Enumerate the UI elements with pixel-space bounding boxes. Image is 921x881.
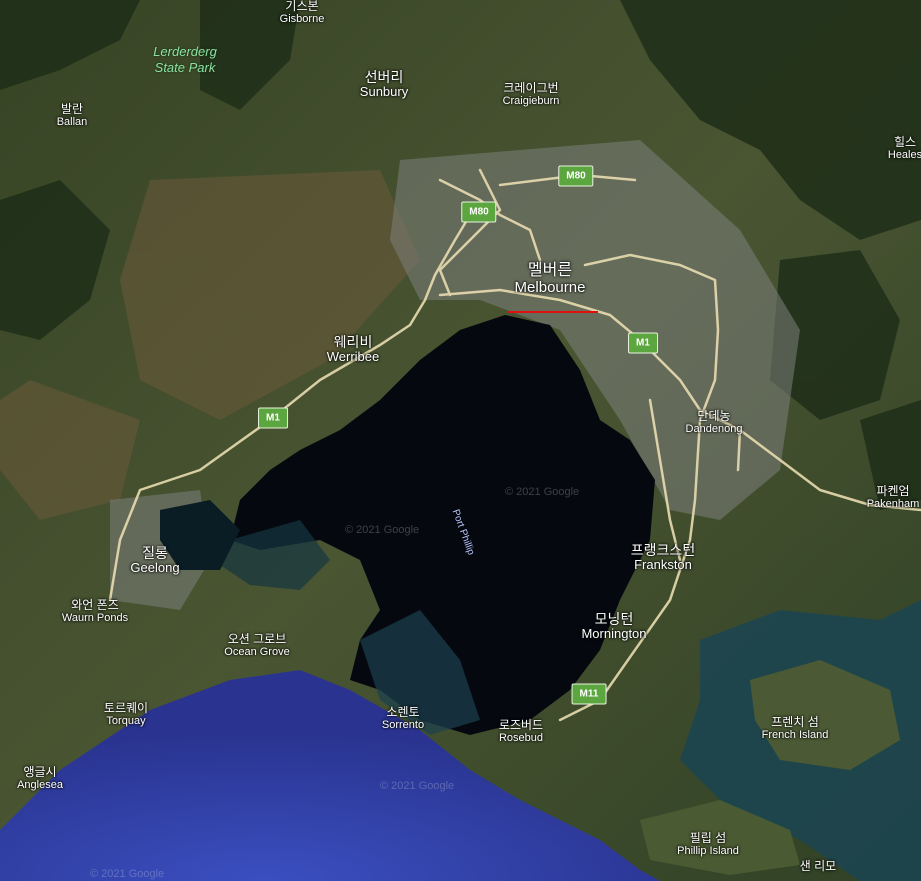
copyright-watermark: © 2021 Google	[505, 486, 580, 498]
park-name-line2: State Park	[154, 59, 216, 75]
place-frankston[interactable]: 프랭크스턴 Frankston	[631, 542, 695, 573]
place-anglesea[interactable]: 앵글시 Anglesea	[17, 765, 63, 792]
place-san-remo[interactable]: 샌 리모	[799, 859, 837, 873]
place-sunbury[interactable]: 선버리 Sunbury	[359, 69, 409, 100]
place-name-english: Craigieburn	[502, 95, 560, 108]
copyright-watermark: © 2021 Google	[380, 780, 455, 792]
place-name-english: Geelong	[130, 560, 180, 576]
highway-shield-m11[interactable]: M11	[571, 683, 607, 705]
place-dandenong[interactable]: 단데농 Dandenong	[685, 409, 743, 436]
place-craigieburn[interactable]: 크레이그번 Craigieburn	[502, 81, 560, 108]
place-name-english: Frankston	[634, 557, 692, 573]
place-name-korean: 단데농	[697, 409, 731, 423]
place-name-korean: 토르퀘이	[103, 701, 149, 715]
place-name-english: Phillip Island	[677, 845, 739, 858]
highway-shield-m1[interactable]: M1	[258, 407, 288, 429]
place-name-english: Torquay	[106, 715, 146, 728]
place-name-korean: 소렌토	[386, 705, 420, 719]
place-name-english: Heales	[887, 149, 921, 162]
place-name-english: Dandenong	[685, 423, 743, 436]
place-name-english: Gisborne	[279, 13, 325, 26]
place-name-english: Sunbury	[359, 84, 409, 100]
place-sorrento[interactable]: 소렌토 Sorrento	[381, 705, 425, 732]
place-name-korean: 힐스	[893, 135, 917, 149]
place-name-english: Waurn Ponds	[61, 612, 129, 625]
copyright-watermark: © 2021 Google	[345, 524, 420, 536]
place-name-korean: 로즈버드	[498, 718, 544, 732]
highway-shield-m80[interactable]: M80	[558, 165, 594, 187]
place-name-korean: 와언 폰즈	[71, 598, 119, 612]
place-name-korean: 샌 리모	[799, 859, 837, 873]
place-torquay[interactable]: 토르퀘이 Torquay	[103, 701, 149, 728]
place-mornington[interactable]: 모닝턴 Mornington	[581, 611, 647, 642]
park-name-line1: Lerderderg	[153, 44, 217, 59]
place-waurn-ponds[interactable]: 와언 폰즈 Waurn Ponds	[61, 598, 129, 625]
highway-shield-m80[interactable]: M80	[461, 201, 497, 223]
place-name-korean: 파켄엄	[876, 484, 910, 498]
place-ocean-grove[interactable]: 오션 그로브 Ocean Grove	[224, 632, 290, 659]
copyright-watermark: © 2021 Google	[90, 868, 165, 880]
place-name-english: Mornington	[581, 626, 647, 642]
place-french-island[interactable]: 프렌치 섬 French Island	[761, 715, 829, 742]
place-name-korean: 오션 그로브	[227, 632, 287, 646]
place-name-english: Pakenham	[866, 498, 920, 511]
place-name-korean: 크레이그번	[503, 81, 559, 95]
place-name-english: Ballan	[56, 116, 88, 129]
place-werribee[interactable]: 웨리비 Werribee	[326, 334, 380, 365]
place-ballan[interactable]: 발란 Ballan	[56, 102, 88, 129]
place-geelong[interactable]: 질롱 Geelong	[130, 545, 180, 576]
place-rosebud[interactable]: 로즈버드 Rosebud	[498, 718, 544, 745]
place-name-korean: 앵글시	[23, 765, 57, 779]
place-healesville[interactable]: 힐스 Heales	[887, 135, 921, 162]
place-name-english: Werribee	[326, 349, 380, 365]
place-name-korean: 필립 섬	[689, 831, 727, 845]
highway-shield-m1[interactable]: M1	[628, 332, 658, 354]
place-name-english: French Island	[761, 729, 829, 742]
place-phillip-island[interactable]: 필립 섬 Phillip Island	[677, 831, 739, 858]
place-name-english: Melbourne	[514, 278, 586, 296]
place-name-english: Anglesea	[17, 779, 63, 792]
place-name-korean: 멜버른	[527, 262, 573, 279]
park-lerderderg[interactable]: Lerderderg State Park	[153, 44, 217, 75]
satellite-map[interactable]	[0, 0, 921, 881]
place-pakenham[interactable]: 파켄엄 Pakenham	[866, 484, 920, 511]
place-name-korean: 발란	[60, 102, 84, 116]
place-name-english: Ocean Grove	[224, 646, 290, 659]
place-melbourne[interactable]: 멜버른 Melbourne	[515, 262, 586, 296]
place-name-korean: 기스본	[285, 0, 319, 13]
place-name-english: Rosebud	[498, 732, 544, 745]
place-gisborne[interactable]: 기스본 Gisborne	[280, 0, 325, 25]
place-name-korean: 프렌치 섬	[771, 715, 819, 729]
place-name-english: Sorrento	[381, 719, 425, 732]
